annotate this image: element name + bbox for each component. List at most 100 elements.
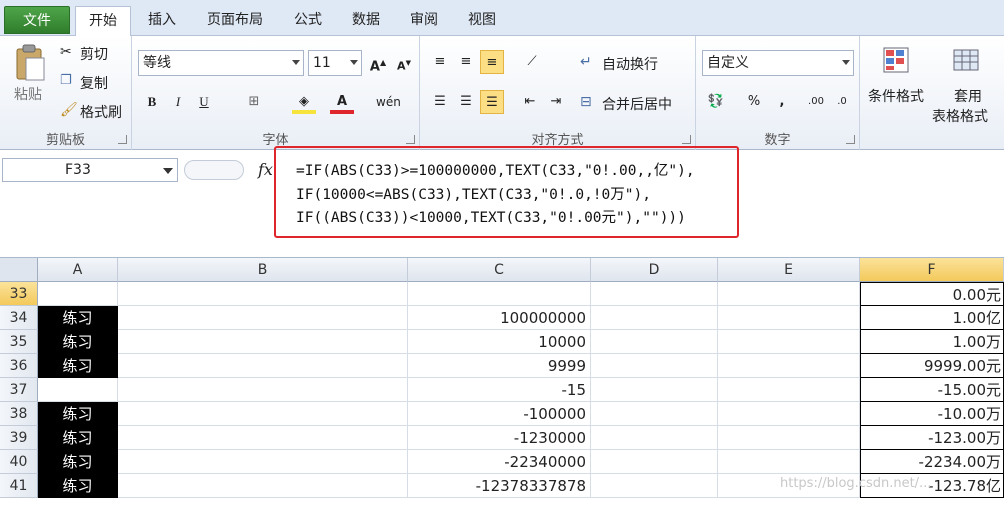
decrease-indent-icon[interactable]: ⇤ xyxy=(518,90,542,114)
increase-decimal-icon[interactable]: .00 xyxy=(804,90,828,114)
cell-f33[interactable]: 0.00元 xyxy=(860,282,1004,306)
conditional-format-button[interactable]: 条件格式 xyxy=(868,86,924,106)
format-painter-button[interactable]: 格式刷 xyxy=(80,102,122,122)
row-header[interactable]: 37 xyxy=(0,378,38,402)
cell-d36[interactable] xyxy=(591,354,718,378)
cell-b41[interactable] xyxy=(118,474,408,498)
merge-center-button[interactable]: 合并后居中 xyxy=(602,94,672,114)
cell-c34[interactable]: 100000000 xyxy=(408,306,591,330)
font-color-icon[interactable]: A xyxy=(330,90,354,114)
cell-a35[interactable]: 练习 xyxy=(38,330,118,354)
align-right-icon[interactable]: ☰ xyxy=(480,90,504,114)
column-header-f[interactable]: F xyxy=(860,258,1004,282)
cell-e40[interactable] xyxy=(718,450,860,474)
insert-function-icon[interactable]: fx xyxy=(258,160,273,179)
tab-view[interactable]: 视图 xyxy=(460,6,504,36)
cell-b38[interactable] xyxy=(118,402,408,426)
cell-f37[interactable]: -15.00元 xyxy=(860,378,1004,402)
row-header[interactable]: 38 xyxy=(0,402,38,426)
paste-button[interactable]: 粘贴 xyxy=(14,84,42,104)
row-header[interactable]: 35 xyxy=(0,330,38,354)
cell-d40[interactable] xyxy=(591,450,718,474)
underline-button[interactable]: U xyxy=(192,90,216,114)
italic-button[interactable]: I xyxy=(166,90,190,114)
cell-a39[interactable]: 练习 xyxy=(38,426,118,450)
cell-c37[interactable]: -15 xyxy=(408,378,591,402)
column-header-d[interactable]: D xyxy=(591,258,718,282)
cell-d38[interactable] xyxy=(591,402,718,426)
percent-button[interactable]: % xyxy=(742,90,766,114)
cell-f34[interactable]: 1.00亿 xyxy=(860,306,1004,330)
copy-button[interactable]: 复制 xyxy=(80,73,108,93)
cell-a33[interactable] xyxy=(38,282,118,306)
cell-d39[interactable] xyxy=(591,426,718,450)
paste-icon[interactable] xyxy=(14,44,46,82)
cell-f40[interactable]: -2234.00万 xyxy=(860,450,1004,474)
cell-e37[interactable] xyxy=(718,378,860,402)
fill-color-icon[interactable]: ◈ xyxy=(292,90,316,114)
column-header-a[interactable]: A xyxy=(38,258,118,282)
cell-c41[interactable]: -12378337878 xyxy=(408,474,591,498)
tab-data[interactable]: 数据 xyxy=(344,6,388,36)
font-name-combo[interactable]: 等线 xyxy=(138,50,304,76)
clipboard-launcher-icon[interactable] xyxy=(118,135,127,144)
number-format-combo[interactable]: 自定义 xyxy=(702,50,854,76)
align-middle-icon[interactable]: ≡ xyxy=(454,50,478,74)
cell-a37[interactable] xyxy=(38,378,118,402)
cell-f35[interactable]: 1.00万 xyxy=(860,330,1004,354)
row-header[interactable]: 40 xyxy=(0,450,38,474)
row-header[interactable]: 39 xyxy=(0,426,38,450)
cell-d41[interactable] xyxy=(591,474,718,498)
row-header[interactable]: 41 xyxy=(0,474,38,498)
cell-d33[interactable] xyxy=(591,282,718,306)
phonetic-icon[interactable]: wén xyxy=(376,90,401,114)
decrease-decimal-icon[interactable]: .0 xyxy=(830,90,854,114)
border-icon[interactable]: ⊞ xyxy=(242,90,266,114)
cell-a40[interactable]: 练习 xyxy=(38,450,118,474)
cell-e35[interactable] xyxy=(718,330,860,354)
font-launcher-icon[interactable] xyxy=(406,135,415,144)
cell-c35[interactable]: 10000 xyxy=(408,330,591,354)
column-header-c[interactable]: C xyxy=(408,258,591,282)
align-left-icon[interactable]: ☰ xyxy=(428,90,452,114)
comma-button[interactable]: , xyxy=(770,90,794,114)
cell-b36[interactable] xyxy=(118,354,408,378)
cell-f38[interactable]: -10.00万 xyxy=(860,402,1004,426)
align-top-icon[interactable]: ≡ xyxy=(428,50,452,74)
row-header[interactable]: 36 xyxy=(0,354,38,378)
tab-formulas[interactable]: 公式 xyxy=(286,6,330,36)
cell-c36[interactable]: 9999 xyxy=(408,354,591,378)
cell-b39[interactable] xyxy=(118,426,408,450)
align-center-icon[interactable]: ☰ xyxy=(454,90,478,114)
cell-c39[interactable]: -1230000 xyxy=(408,426,591,450)
row-header[interactable]: 34 xyxy=(0,306,38,330)
tab-review[interactable]: 审阅 xyxy=(402,6,446,36)
increase-indent-icon[interactable]: ⇥ xyxy=(544,90,568,114)
format-as-table-line1[interactable]: 套用 xyxy=(954,86,982,106)
cell-d34[interactable] xyxy=(591,306,718,330)
cell-e39[interactable] xyxy=(718,426,860,450)
formula-bar-splitter[interactable] xyxy=(184,160,244,180)
orientation-icon[interactable]: ⟋ xyxy=(520,50,544,74)
cell-b37[interactable] xyxy=(118,378,408,402)
cell-c38[interactable]: -100000 xyxy=(408,402,591,426)
align-bottom-icon[interactable]: ≡ xyxy=(480,50,504,74)
shrink-font-button[interactable]: A▼ xyxy=(392,51,416,75)
cell-a34[interactable]: 练习 xyxy=(38,306,118,330)
cut-button[interactable]: 剪切 xyxy=(80,44,108,64)
bold-button[interactable]: B xyxy=(140,90,164,114)
column-header-b[interactable]: B xyxy=(118,258,408,282)
cell-a41[interactable]: 练习 xyxy=(38,474,118,498)
cell-d35[interactable] xyxy=(591,330,718,354)
cell-e36[interactable] xyxy=(718,354,860,378)
cell-c40[interactable]: -22340000 xyxy=(408,450,591,474)
cell-e33[interactable] xyxy=(718,282,860,306)
select-all-corner[interactable] xyxy=(0,258,38,282)
cell-b33[interactable] xyxy=(118,282,408,306)
tab-page-layout[interactable]: 页面布局 xyxy=(198,6,272,36)
grow-font-button[interactable]: A▲ xyxy=(366,51,390,75)
cell-a36[interactable]: 练习 xyxy=(38,354,118,378)
row-header[interactable]: 33 xyxy=(0,282,38,306)
wrap-text-button[interactable]: 自动换行 xyxy=(602,54,658,74)
format-as-table-line2[interactable]: 表格格式 xyxy=(932,106,988,126)
